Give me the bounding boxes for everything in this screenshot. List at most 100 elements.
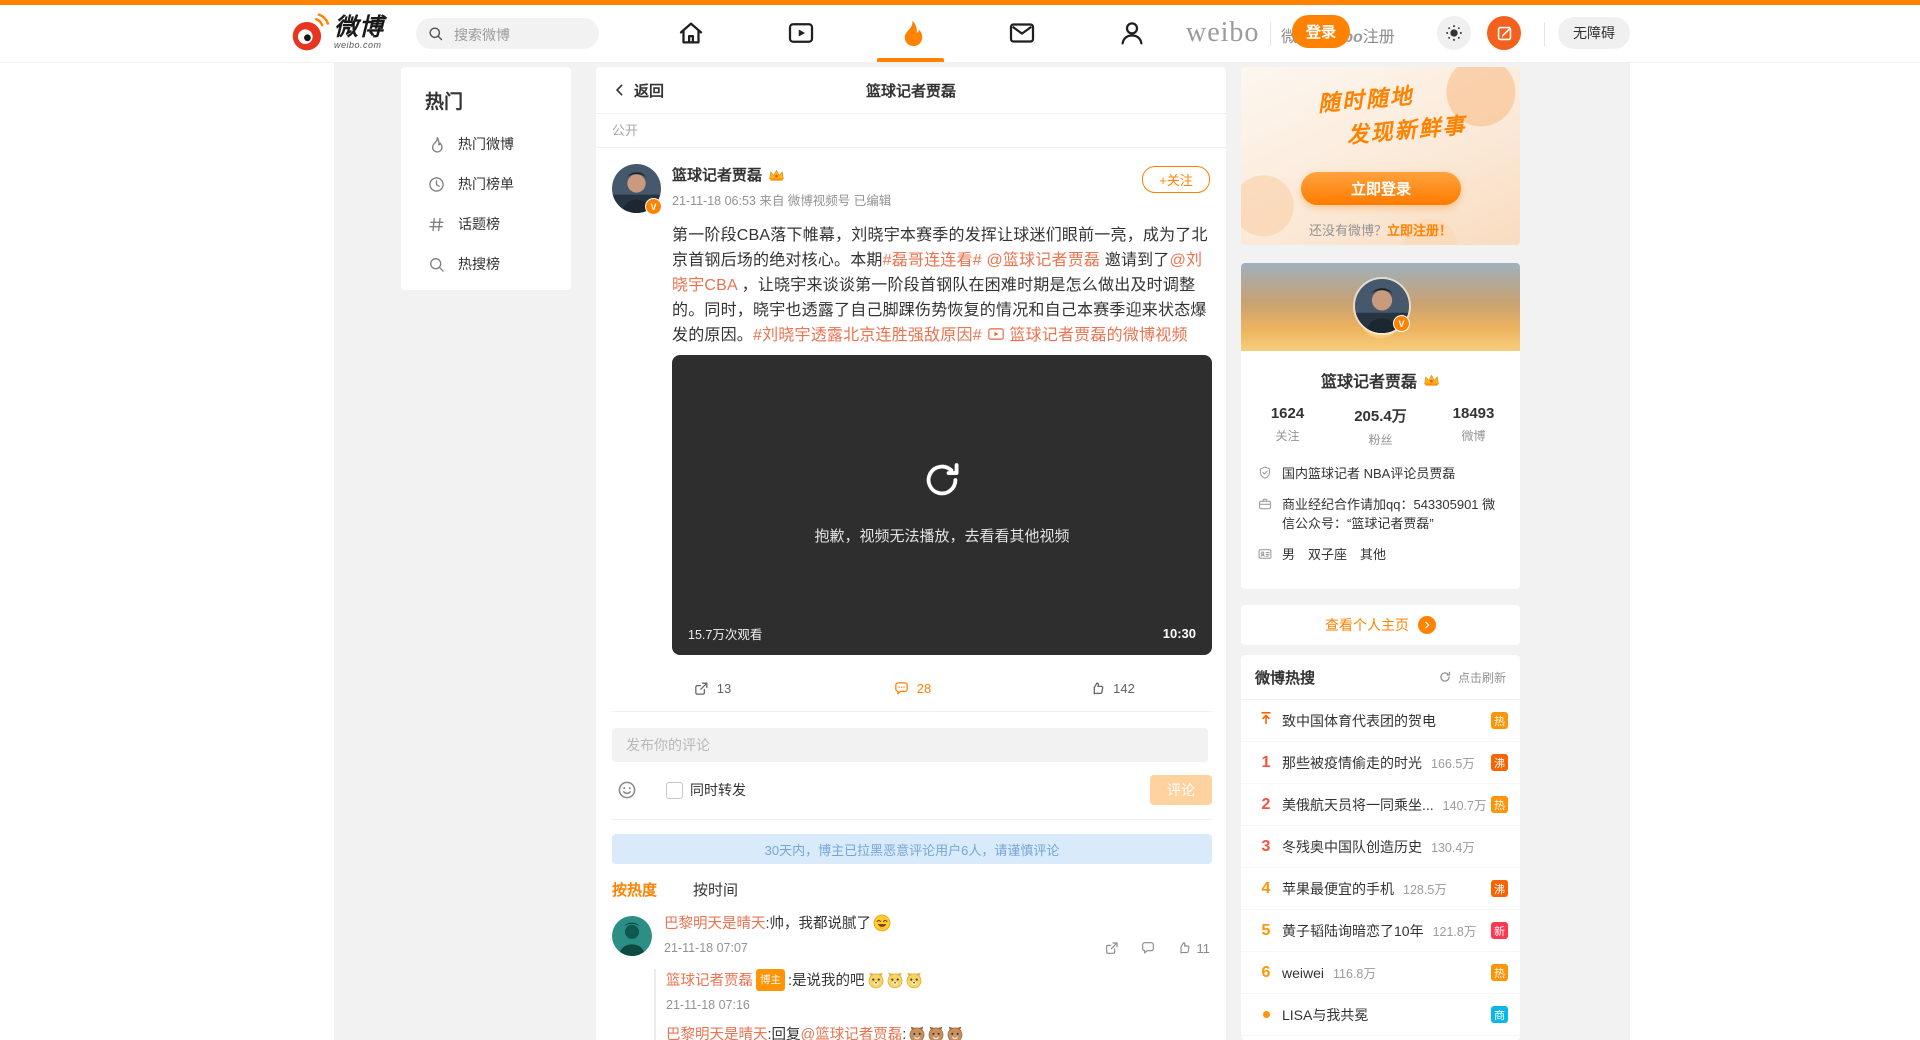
weibo-logo[interactable]: 微博 weibo.com <box>288 12 384 54</box>
comment-icon[interactable] <box>1140 940 1156 956</box>
hot-search-item[interactable]: 致中国体育代表团的贺电热 <box>1241 700 1520 742</box>
like-action[interactable]: 11 <box>1176 940 1211 956</box>
like-action[interactable]: 142 <box>1012 680 1212 697</box>
profile-stat-微博[interactable]: 18493微博 <box>1427 405 1520 448</box>
commenter-avatar[interactable] <box>612 916 652 956</box>
sidebar-item-topic-board[interactable]: 话题榜 <box>401 204 571 244</box>
hot-search-count: 130.4万 <box>1431 837 1475 856</box>
emoji-picker-icon[interactable] <box>616 779 638 801</box>
nav-divider <box>1544 22 1545 46</box>
comment-submit-button[interactable]: 评论 <box>1150 775 1212 805</box>
post-link[interactable]: @篮球记者贾磊 <box>986 252 1100 269</box>
hot-search-rank: 4 <box>1253 880 1279 898</box>
hot-badge: 沸 <box>1491 880 1508 897</box>
id-card-icon <box>1257 546 1273 562</box>
hash-icon <box>427 215 446 234</box>
profile-info-row: 国内篮球记者 NBA评论员贾磊 <box>1257 464 1504 483</box>
hot-search-item[interactable]: 7 谢谢谢霆锋108万新 <box>1241 1036 1520 1040</box>
video-link-icon <box>986 326 1006 342</box>
post-author-name[interactable]: 篮球记者贾磊 <box>672 164 762 185</box>
share-action[interactable]: 13 <box>612 680 812 697</box>
comment-icon <box>893 680 910 697</box>
video-player[interactable]: 抱歉，视频无法播放，去看看其他视频 15.7万次观看 10:30 <box>672 355 1212 655</box>
hot-search-count: 140.7万 <box>1443 795 1487 814</box>
compose-button[interactable] <box>1487 16 1521 50</box>
follow-button[interactable]: +关注 <box>1142 166 1210 193</box>
hot-search-item[interactable]: LISA与我共冕商 <box>1241 994 1520 1036</box>
hot-search-title-text: 美俄航天员将一同乘坐... <box>1282 795 1434 815</box>
hot-search-title: 微博热搜 <box>1255 667 1315 688</box>
post-video-link[interactable]: 篮球记者贾磊的微博视频 <box>986 327 1187 344</box>
view-profile-button[interactable]: 查看个人主页 <box>1241 605 1520 645</box>
hot-tab-icon[interactable] <box>896 18 926 48</box>
login-button[interactable]: 登录 <box>1292 15 1350 48</box>
sidebar-item-hot-weibo[interactable]: 热门微博 <box>401 124 571 164</box>
compose-icon <box>1495 24 1514 43</box>
video-tab-icon[interactable] <box>786 18 816 48</box>
top-orange-strip <box>0 0 1920 5</box>
tab-sort-0[interactable]: 按热度 <box>612 879 657 900</box>
flame-outline-icon <box>427 135 446 154</box>
refresh-label: 点击刷新 <box>1458 669 1506 686</box>
hot-search-title-text: LISA与我共冕 <box>1282 1005 1368 1025</box>
profile-name[interactable]: 篮球记者贾磊 <box>1321 368 1417 392</box>
theme-toggle-button[interactable] <box>1437 16 1471 50</box>
banner-login-button[interactable]: 立即登录 <box>1301 172 1461 205</box>
comment-reply: 巴黎明天是晴天:回复@篮球记者贾磊: 21-11-18 10:30 <box>666 1025 1212 1040</box>
mention-link[interactable]: @篮球记者贾磊 <box>801 1027 903 1040</box>
cat-emoji-icon <box>907 1025 925 1040</box>
hot-search-title-text: weiwei <box>1282 965 1324 981</box>
refresh-button[interactable]: 点击刷新 <box>1438 669 1506 686</box>
banner-slogan: 随时随地 发现新鲜事 <box>1241 69 1520 159</box>
main-card: 返回 篮球记者贾磊 公开 V 篮球记者贾磊 21-11-18 06:53 来自 … <box>596 67 1226 1040</box>
comment-username[interactable]: 巴黎明天是晴天 <box>666 1027 768 1040</box>
comment-input[interactable] <box>612 728 1208 762</box>
comment-reply: 篮球记者贾磊博主:是说我的吧 21-11-18 07:16 <box>666 969 1212 1012</box>
hot-badge: 热 <box>1491 712 1508 729</box>
search-input[interactable] <box>452 18 596 51</box>
repost-checkbox[interactable] <box>666 782 683 799</box>
share-icon[interactable] <box>1104 940 1120 956</box>
blocklist-notice: 30天内，博主已拉黑恶意评论用户6人，请谨慎评论 <box>612 834 1212 864</box>
reply-time: 21-11-18 07:16 <box>666 998 1212 1012</box>
sidebar-menu: 热门微博热门榜单话题榜热搜榜 <box>401 124 571 284</box>
hot-search-item[interactable]: 1 那些被疫情偷走的时光166.5万沸 <box>1241 742 1520 784</box>
comment-username[interactable]: 巴黎明天是晴天 <box>664 916 766 932</box>
hot-search-item[interactable]: 2 美俄航天员将一同乘坐... 140.7万热 <box>1241 784 1520 826</box>
hot-search-item[interactable]: 4 苹果最便宜的手机128.5万沸 <box>1241 868 1520 910</box>
profile-tab-icon[interactable] <box>1117 18 1147 48</box>
home-tab-icon[interactable] <box>676 18 706 48</box>
sidebar-item-hot-board[interactable]: 热门榜单 <box>401 164 571 204</box>
hot-badge: 热 <box>1491 964 1508 981</box>
search-icon <box>427 255 446 274</box>
video-duration: 10:30 <box>1163 626 1196 641</box>
chevron-left-icon <box>612 82 628 98</box>
hot-search-rank: 2 <box>1253 796 1279 814</box>
tab-sort-1[interactable]: 按时间 <box>693 879 738 900</box>
post-link[interactable]: #刘晓宇透露北京连胜强敌原因# <box>753 327 982 344</box>
back-button[interactable]: 返回 <box>612 80 664 101</box>
register-link[interactable]: 立即注册！ <box>1387 223 1452 238</box>
hot-search-item[interactable]: 3 冬残奥中国队创造历史130.4万 <box>1241 826 1520 868</box>
profile-stat-粉丝[interactable]: 205.4万粉丝 <box>1334 405 1427 448</box>
messages-tab-icon[interactable] <box>1007 18 1037 48</box>
video-view-count: 15.7万次观看 <box>688 624 762 643</box>
sun-icon <box>1444 23 1464 43</box>
hot-badge: 热 <box>1491 796 1508 813</box>
chevron-right-icon <box>1422 620 1432 630</box>
hot-search-list: 致中国体育代表团的贺电热 1 那些被疫情偷走的时光166.5万沸 2 美俄航天员… <box>1241 700 1520 1040</box>
hot-search-item[interactable]: 6 weiwei116.8万热 <box>1241 952 1520 994</box>
hot-search-item[interactable]: 5 黄子韬陆询暗恋了10年121.8万新 <box>1241 910 1520 952</box>
share-icon <box>693 680 710 697</box>
comment-username[interactable]: 篮球记者贾磊 <box>666 973 753 989</box>
comment-action[interactable]: 28 <box>812 680 1012 697</box>
refresh-icon <box>1438 670 1452 684</box>
profile-stat-关注[interactable]: 1624关注 <box>1241 405 1334 448</box>
hot-search-rank: 3 <box>1253 838 1279 856</box>
clock-icon <box>427 175 446 194</box>
comment-sort-tabs: 按热度 按时间 <box>612 879 1212 900</box>
comment-like-count: 11 <box>1197 941 1211 956</box>
accessibility-button[interactable]: 无障碍 <box>1558 17 1630 49</box>
sidebar-item-hot-search-board[interactable]: 热搜榜 <box>401 244 571 284</box>
post-link[interactable]: #磊哥连连看# <box>883 252 982 269</box>
